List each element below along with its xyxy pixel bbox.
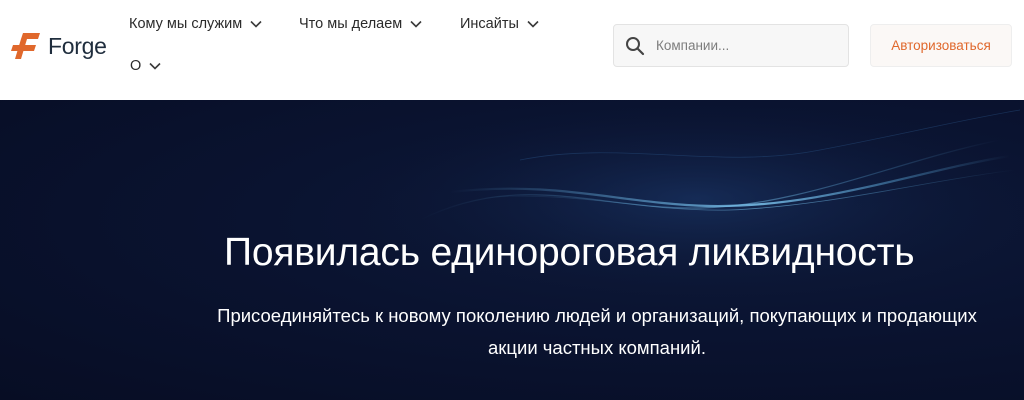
nav-item-label: Инсайты bbox=[460, 16, 519, 32]
forge-logo[interactable]: Forge bbox=[10, 28, 107, 64]
hero-title: Появилась единороговая ликвидность bbox=[224, 231, 915, 274]
chevron-down-icon bbox=[410, 20, 422, 28]
nav-item-label: Что мы делаем bbox=[299, 16, 403, 32]
nav-item-who-we-serve[interactable]: Кому мы служим bbox=[129, 14, 262, 34]
nav-item-about[interactable]: О bbox=[130, 56, 161, 76]
forge-logo-icon bbox=[11, 33, 40, 59]
chevron-down-icon bbox=[149, 62, 161, 70]
login-button[interactable]: Авторизоваться bbox=[870, 24, 1012, 67]
search-icon bbox=[626, 36, 645, 55]
search-input[interactable] bbox=[656, 38, 836, 53]
chevron-down-icon bbox=[527, 20, 539, 28]
nav-item-label: Кому мы служим bbox=[129, 16, 243, 32]
hero-section: Появилась единороговая ликвидность Присо… bbox=[0, 100, 1024, 400]
hero-subtitle: Присоединяйтесь к новому поколению людей… bbox=[217, 305, 977, 358]
company-search[interactable] bbox=[613, 24, 849, 67]
nav-item-what-we-do[interactable]: Что мы делаем bbox=[299, 14, 422, 34]
logo-text: Forge bbox=[48, 32, 107, 59]
chevron-down-icon bbox=[250, 20, 262, 28]
site-header: Forge Кому мы служим Что мы делаем Инсай… bbox=[0, 0, 1024, 100]
nav-item-insights[interactable]: Инсайты bbox=[460, 14, 539, 34]
nav-item-label: О bbox=[130, 58, 142, 74]
